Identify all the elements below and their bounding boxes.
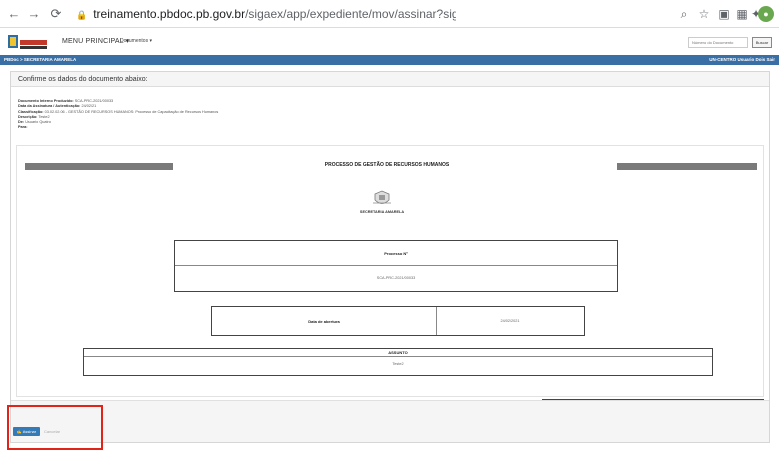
card-heading: Confirme os dados do documento abaixo: <box>11 72 769 87</box>
profile-avatar[interactable]: ● <box>758 6 774 22</box>
zoom-icon[interactable]: ⌕ <box>676 6 692 22</box>
bookmark-star-icon[interactable]: ☆ <box>696 6 712 22</box>
lock-icon: 🔒 <box>76 10 88 20</box>
assunto-label: ASSUNTO <box>388 350 408 355</box>
highlight-annotation <box>7 405 103 450</box>
search-button[interactable]: Buscar <box>752 37 772 48</box>
forward-arrow-icon[interactable]: → <box>26 6 42 22</box>
header-grey-bar-left <box>25 163 173 170</box>
assunto-divider <box>84 356 712 357</box>
document-title: PROCESSO DE GESTÃO DE RECURSOS HUMANOS <box>324 162 450 168</box>
meta-row: Para: <box>18 125 28 130</box>
breadcrumb[interactable]: PBDoc > SECRETARIA AMARELA <box>4 55 76 65</box>
paraiba-logo <box>8 34 47 49</box>
abertura-box: Data de abertura 24/02/2021 <box>211 306 585 336</box>
header-grey-bar-right <box>617 163 757 170</box>
processo-value: SCA-PRC-2021/00033 <box>376 276 416 280</box>
address-bar[interactable]: 🔒 treinamento.pbdoc.pb.gov.br/sigaex/app/… <box>76 4 456 24</box>
assunto-box: ASSUNTO Teste2 <box>83 348 713 376</box>
card-footer <box>11 400 769 442</box>
document-preview: PROCESSO DE GESTÃO DE RECURSOS HUMANOS S… <box>16 145 764 397</box>
processo-box: Processo Nº SCA-PRC-2021/00033 <box>174 240 618 292</box>
browser-toolbar: ← → ⟳ 🔒 treinamento.pbdoc.pb.gov.br/sigae… <box>0 0 779 28</box>
assunto-value: Teste2 <box>392 362 404 366</box>
url-path: /sigaex/app/expediente/mov/assinar?sigla… <box>245 7 456 21</box>
abertura-label: Data de abertura <box>308 319 340 324</box>
processo-label: Processo Nº <box>384 251 408 256</box>
app-header: MENU PRINCIPAL ▾ Documentos ▾ Buscar <box>0 30 779 54</box>
reload-icon[interactable]: ⟳ <box>48 6 64 22</box>
document-number-search-input[interactable] <box>688 37 748 48</box>
extension-icon[interactable]: ▣ <box>716 6 732 22</box>
processo-divider <box>175 265 617 266</box>
user-info[interactable]: UN-CENTRO Usuario Dois Sair <box>709 55 775 65</box>
nav-bar: PBDoc > SECRETARIA AMARELA UN-CENTRO Usu… <box>0 55 779 65</box>
back-arrow-icon[interactable]: ← <box>6 6 22 22</box>
state-crest-icon <box>373 190 391 204</box>
confirm-card: Confirme os dados do documento abaixo: D… <box>10 71 770 443</box>
menu-documentos[interactable]: Documentos ▾ <box>120 38 152 44</box>
abertura-value: 24/02/2021 <box>500 319 520 323</box>
url-host: treinamento.pbdoc.pb.gov.br <box>93 7 246 21</box>
document-metadata: Documento Interno Produzido: SCA-PRC-202… <box>18 99 218 131</box>
secretaria-label: SECRETARIA AMARELA <box>359 210 405 214</box>
